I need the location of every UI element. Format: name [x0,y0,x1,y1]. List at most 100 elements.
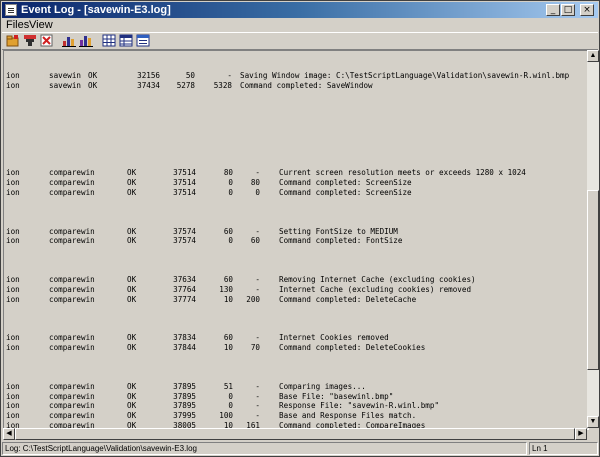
log-cell-c2: comparewin [49,275,95,285]
log-row [4,207,588,217]
log-cell-c5: 60 [223,226,233,236]
log-cell-c6: - [255,275,260,285]
log-cell-c3: OK [127,187,137,197]
bar-chart-settings-icon[interactable] [79,34,93,47]
log-cell-c1: ion [6,71,20,80]
vertical-scroll-thumb[interactable] [587,190,599,370]
log-cell-c6: - [255,284,260,294]
menu-bar: Files View [2,18,598,32]
log-cell-c4: 37634 [173,275,196,285]
log-cell-c2: comparewin [49,187,95,197]
log-cell-c7: Command completed: DeleteCookies [279,343,426,353]
log-row: ion comparewin OK 37574 0 60 Command completed… [4,236,588,246]
log-cell-c5: 0 [228,391,233,401]
clear-log-icon[interactable] [40,34,54,47]
grid-view-icon[interactable] [102,34,116,47]
log-cell-c5: 10 [223,343,233,353]
log-cell-c4: 37574 [173,226,196,236]
log-row: ion comparewin OK 37764 130 - Internet Cache (… [4,284,588,295]
horizontal-scroll-thumb[interactable] [15,428,575,440]
log-cell-c7: Removing Internet Cache (excluding cooki… [279,275,476,285]
log-cell-c7: Base and Response Files match. [279,411,417,421]
log-row [4,100,588,110]
log-cell-c4: 37434 [137,80,160,90]
log-cell-c3: OK [127,401,137,411]
log-cell-c7: Comparing images... [279,382,366,392]
vertical-scrollbar[interactable]: ▲ ▼ [587,50,599,428]
scroll-left-button[interactable]: ◀ [3,428,15,440]
minimize-button[interactable]: _ [546,4,560,16]
log-cell-c4: 37844 [173,343,196,353]
log-cell-c5: 130 [219,284,233,294]
log-cell-c7: Current screen resolution meets or excee… [279,168,526,178]
log-cell-c3: OK [127,333,137,343]
log-cell-c6: - [255,226,260,236]
toolbar [2,32,598,50]
log-cell-c6: 60 [250,236,260,246]
app-log-icon [5,4,17,16]
log-row: ion savewin OK 37434 5278 5328 Command complet… [4,80,588,91]
log-cell-c3: OK [88,71,98,80]
log-cell-c1: ion [6,187,20,197]
log-cell-c6: - [255,168,260,178]
log-row [4,372,588,382]
log-cell-c4: 37514 [173,177,196,187]
log-cell-c7: Command completed: ScreenSize [279,177,412,187]
log-view[interactable]: ion savewin OK 32156 50- Saving Window image:… [3,50,589,430]
log-cell-c6: 70 [250,343,260,353]
log-cell-c5: 50 [185,71,195,80]
log-cell-c6: - [255,333,260,343]
bar-chart-icon[interactable] [62,34,76,47]
close-button[interactable]: × [580,4,594,16]
horizontal-scrollbar[interactable]: ◀ ▶ [3,428,587,440]
open-log-icon[interactable] [6,34,20,47]
title-bar[interactable]: Event Log - [savewin-E3.log] _ □ × [2,2,598,18]
log-row [4,197,588,207]
log-row: ion comparewin OK 37514 0 0 Command completed:… [4,187,588,198]
log-row [4,149,588,159]
log-row [4,246,588,256]
scroll-up-button[interactable]: ▲ [587,50,599,62]
log-cell-c4: 37514 [173,187,196,197]
log-cell-c6: - [255,382,260,392]
window-title: Event Log - [savewin-E3.log] [21,4,171,16]
log-cell-c3: OK [127,275,137,285]
log-cell-c2: comparewin [49,236,95,246]
log-row [4,265,588,275]
log-cell-c5: 5278 [176,80,195,90]
log-cell-c4: 37514 [173,168,196,178]
scroll-down-button[interactable]: ▼ [587,416,599,428]
filter-icon[interactable] [23,34,37,47]
log-row: ion comparewin OK 37895 51 - Comparing images.… [4,382,588,392]
menu-view[interactable]: View [29,18,53,32]
log-cell-c3: OK [127,226,137,236]
scroll-right-button[interactable]: ▶ [575,428,587,440]
log-cell-c1: ion [6,236,20,246]
details-view-icon[interactable] [136,34,150,47]
log-cell-c3: OK [127,236,137,246]
log-cell-c7: Base File: "basewinl.bmp" [279,391,394,401]
log-cell-c7: Saving Window image: C:\TestScriptLangua… [240,71,570,80]
table-view-icon[interactable] [119,34,133,47]
log-cell-c7: Response File: "savewin-R.winl.bmp" [279,401,440,411]
log-cell-c6: 80 [250,177,260,187]
log-cell-c2: comparewin [49,401,95,411]
log-cell-c2: comparewin [49,343,95,353]
log-cell-c1: ion [6,177,20,187]
log-cell-c1: ion [6,80,20,90]
log-cell-c4: 37764 [173,284,196,294]
log-cell-c4: 37895 [173,382,196,392]
log-row [4,139,588,149]
log-cell-c2: comparewin [49,226,95,236]
log-row: ion comparewin OK 37895 0 - Response File: "sa… [4,401,588,411]
maximize-button[interactable]: □ [561,4,575,16]
log-cell-c3: OK [127,177,137,187]
log-cell-c3: OK [127,284,137,294]
log-cell-c2: comparewin [49,168,95,178]
log-row [4,120,588,130]
menu-files[interactable]: Files [6,18,29,32]
log-row: ion comparewin OK 37634 60 - Removing Internet… [4,275,588,285]
log-cell-c2: comparewin [49,411,95,421]
log-cell-c5: 60 [223,333,233,343]
log-cell-c6: 0 [255,187,260,197]
